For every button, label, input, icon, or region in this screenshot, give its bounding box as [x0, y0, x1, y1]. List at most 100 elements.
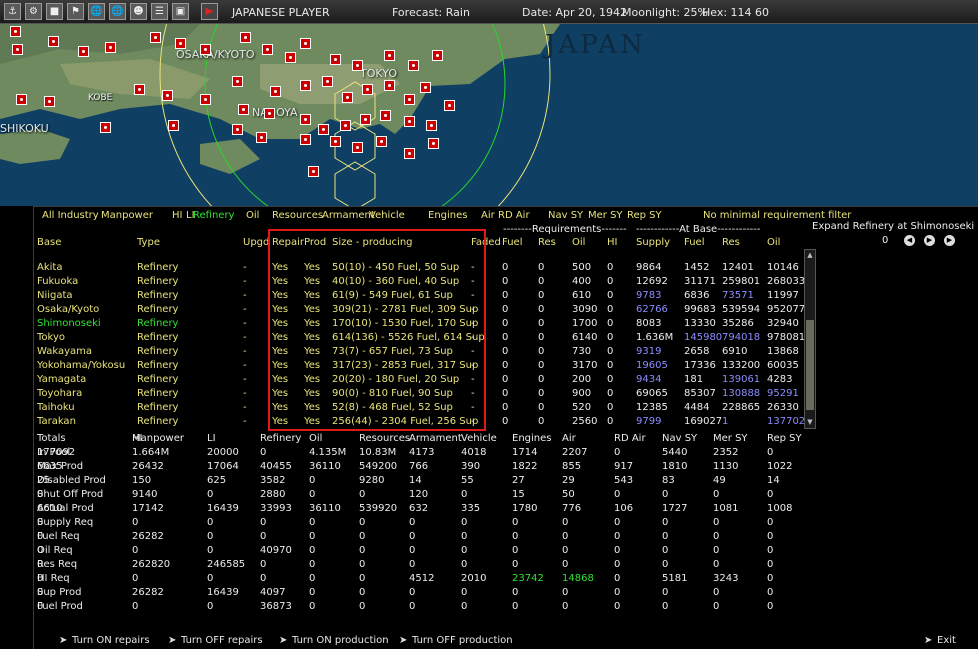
- column-header[interactable]: Oil: [767, 237, 780, 249]
- unit-marker[interactable]: [300, 114, 311, 125]
- turn-off-production-button[interactable]: ➤ Turn OFF production: [399, 635, 513, 646]
- unit-marker[interactable]: [318, 124, 329, 135]
- unit-marker[interactable]: [380, 110, 391, 121]
- unit-marker[interactable]: [352, 60, 363, 71]
- column-header[interactable]: Type: [137, 237, 160, 249]
- globe-icon[interactable]: 🌐: [109, 3, 126, 20]
- turn-on-production-button[interactable]: ➤ Turn ON production: [279, 635, 389, 646]
- unit-marker[interactable]: [376, 136, 387, 147]
- unit-marker[interactable]: [362, 84, 373, 95]
- play-icon[interactable]: ▶: [201, 3, 218, 20]
- filter-refinery[interactable]: Refinery: [193, 210, 234, 222]
- scroll-thumb[interactable]: [806, 320, 814, 410]
- unit-marker[interactable]: [420, 82, 431, 93]
- unit-marker[interactable]: [384, 80, 395, 91]
- unit-marker[interactable]: [200, 44, 211, 55]
- unit-marker[interactable]: [300, 134, 311, 145]
- filter-mer-sy[interactable]: Mer SY: [588, 210, 623, 222]
- filter-all-industry[interactable]: All Industry: [42, 210, 99, 222]
- scroll-up-icon[interactable]: ▲: [806, 251, 814, 260]
- unit-marker[interactable]: [262, 44, 273, 55]
- unit-marker[interactable]: [428, 138, 439, 149]
- filter-vehicle[interactable]: Vehicle: [369, 210, 405, 222]
- filter-manpower[interactable]: Manpower: [101, 210, 153, 222]
- unit-marker[interactable]: [10, 26, 21, 37]
- filter-air[interactable]: Air: [481, 210, 495, 222]
- filter-hi[interactable]: HI: [172, 210, 182, 222]
- unit-marker[interactable]: [16, 94, 27, 105]
- unit-marker[interactable]: [444, 100, 455, 111]
- column-header[interactable]: Res: [722, 237, 740, 249]
- unit-marker[interactable]: [150, 32, 161, 43]
- unit-marker[interactable]: [340, 120, 351, 131]
- last-icon[interactable]: ▶: [944, 235, 955, 246]
- column-header[interactable]: Base: [37, 237, 61, 249]
- unit-marker[interactable]: [408, 60, 419, 71]
- unit-marker[interactable]: [432, 50, 443, 61]
- unit-marker[interactable]: [232, 76, 243, 87]
- unit-marker[interactable]: [200, 94, 211, 105]
- manpower-icon[interactable]: ☻: [130, 3, 147, 20]
- tools-icon[interactable]: ⚙: [25, 3, 42, 20]
- unit-marker[interactable]: [330, 54, 341, 65]
- next-icon[interactable]: ▶: [924, 235, 935, 246]
- scroll-down-icon[interactable]: ▼: [806, 418, 814, 427]
- column-header[interactable]: Fuel: [684, 237, 704, 249]
- unit-marker[interactable]: [105, 42, 116, 53]
- unit-marker[interactable]: [48, 36, 59, 47]
- unit-marker[interactable]: [360, 114, 371, 125]
- unit-marker[interactable]: [352, 142, 363, 153]
- unit-marker[interactable]: [264, 108, 275, 119]
- unit-marker[interactable]: [232, 124, 243, 135]
- column-header[interactable]: Fuel: [502, 237, 522, 249]
- unit-marker[interactable]: [162, 90, 173, 101]
- filter-rep-sy[interactable]: Rep SY: [627, 210, 662, 222]
- unit-marker[interactable]: [285, 52, 296, 63]
- prev-icon[interactable]: ◀: [904, 235, 915, 246]
- filter-rd-air[interactable]: RD Air: [498, 210, 530, 222]
- building-icon[interactable]: ■: [46, 3, 63, 20]
- scrollbar[interactable]: ▲ ▼: [804, 249, 816, 429]
- column-header[interactable]: Oil: [572, 237, 585, 249]
- filter-engines[interactable]: Engines: [428, 210, 467, 222]
- column-header[interactable]: HI: [607, 237, 617, 249]
- unit-marker[interactable]: [384, 50, 395, 61]
- unit-marker[interactable]: [300, 80, 311, 91]
- unit-marker[interactable]: [100, 122, 111, 133]
- globe-icon[interactable]: 🌐: [88, 3, 105, 20]
- unit-marker[interactable]: [342, 92, 353, 103]
- unit-marker[interactable]: [308, 166, 319, 177]
- column-header[interactable]: Supply: [636, 237, 670, 249]
- column-header[interactable]: Upgd: [243, 237, 269, 249]
- turn-off-repairs-button[interactable]: ➤ Turn OFF repairs: [168, 635, 263, 646]
- exit-button[interactable]: ➤ Exit: [924, 635, 956, 646]
- filter-nav-sy[interactable]: Nav SY: [548, 210, 583, 222]
- filter-armament[interactable]: Armament: [322, 210, 375, 222]
- unit-marker[interactable]: [78, 46, 89, 57]
- unit-marker[interactable]: [300, 38, 311, 49]
- unit-marker[interactable]: [168, 120, 179, 131]
- unit-marker[interactable]: [44, 96, 55, 107]
- filter-oil[interactable]: Oil: [246, 210, 259, 222]
- unit-marker[interactable]: [175, 38, 186, 49]
- unit-marker[interactable]: [404, 94, 415, 105]
- unit-marker[interactable]: [134, 84, 145, 95]
- unit-marker[interactable]: [238, 104, 249, 115]
- unit-marker[interactable]: [330, 136, 341, 147]
- unit-marker[interactable]: [240, 32, 251, 43]
- ship-icon[interactable]: ⚓: [4, 3, 21, 20]
- window-icon[interactable]: ▣: [172, 3, 189, 20]
- unit-marker[interactable]: [256, 132, 267, 143]
- flag-icon[interactable]: ⚑: [67, 3, 84, 20]
- column-header[interactable]: Res: [538, 237, 556, 249]
- unit-marker[interactable]: [426, 120, 437, 131]
- unit-marker[interactable]: [404, 116, 415, 127]
- filter-resources[interactable]: Resources: [272, 210, 323, 222]
- map-view[interactable]: JAPAN OSAKA/KYOTO TOKYO NAGOYA KOBE SHIK…: [0, 24, 978, 206]
- turn-on-repairs-button[interactable]: ➤ Turn ON repairs: [59, 635, 150, 646]
- unit-marker[interactable]: [270, 86, 281, 97]
- unit-marker[interactable]: [12, 44, 23, 55]
- unit-marker[interactable]: [322, 76, 333, 87]
- unit-marker[interactable]: [404, 148, 415, 159]
- list-icon[interactable]: ☰: [151, 3, 168, 20]
